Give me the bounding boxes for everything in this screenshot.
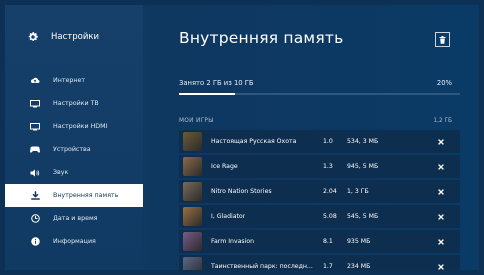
speaker-icon [29, 168, 41, 178]
sidebar-item-internet[interactable]: Интернет [5, 69, 143, 92]
games-list: Настоящая Русская Охота 1.0 534, 3 МБ Ic… [179, 130, 460, 270]
sidebar-item-label: Внутренняя память [53, 192, 119, 199]
sidebar-item-label: Настройки HDMI [53, 123, 108, 130]
page-title: Внутренняя память [179, 29, 344, 47]
game-thumbnail [183, 132, 202, 151]
sidebar-item-hdmi-settings[interactable]: Настройки HDMI [5, 115, 143, 138]
game-thumbnail [183, 207, 202, 226]
delete-all-button[interactable] [435, 32, 450, 47]
gamepad-icon [29, 145, 41, 155]
game-row[interactable]: Farm Invasion 8.1 935 МБ [179, 230, 460, 253]
close-icon [438, 163, 444, 170]
sidebar-title: Настройки [51, 32, 100, 42]
trash-icon [439, 35, 446, 44]
cloud-icon [29, 76, 41, 86]
section-title: МОИ ИГРЫ [179, 118, 214, 124]
tv-icon [29, 99, 41, 109]
clock-icon [29, 214, 41, 224]
game-size: 534, 3 МБ [347, 138, 379, 145]
close-icon [438, 263, 444, 270]
game-version: 1.0 [323, 138, 333, 145]
sidebar-item-date-time[interactable]: Дата и время [5, 207, 143, 230]
sidebar-item-label: Информация [53, 238, 96, 245]
sidebar-item-label: Устройства [53, 146, 91, 153]
game-version: 1.3 [323, 163, 333, 170]
main-panel: Внутренняя память Занято 2 ГБ из 10 ГБ 2… [143, 5, 479, 270]
sidebar-item-tv-settings[interactable]: Настройки ТВ [5, 92, 143, 115]
storage-usage-text: Занято 2 ГБ из 10 ГБ [179, 79, 254, 87]
sidebar-item-label: Настройки ТВ [53, 100, 99, 107]
game-version: 1.7 [323, 263, 333, 270]
game-size: 935 МБ [347, 238, 371, 245]
hdmi-icon [29, 122, 41, 132]
sidebar-item-devices[interactable]: Устройства [5, 138, 143, 161]
storage-usage-percent: 20% [436, 79, 452, 87]
close-icon [438, 213, 444, 220]
close-icon [438, 238, 444, 245]
game-name: I, Gladiator [211, 213, 246, 220]
close-icon [438, 188, 444, 195]
game-thumbnail [183, 182, 202, 201]
game-name: Nitro Nation Stories [211, 188, 272, 195]
game-version: 5.08 [323, 213, 337, 220]
game-size: 545, 5 МБ [347, 213, 379, 220]
game-version: 2.04 [323, 188, 337, 195]
delete-game-button[interactable] [437, 263, 445, 271]
sidebar: Настройки Интернет Настройки ТВ Настройк… [5, 5, 143, 270]
game-name: Farm Invasion [211, 238, 255, 245]
sidebar-item-internal-storage[interactable]: Внутренняя память [5, 184, 143, 207]
settings-screen: Настройки Интернет Настройки ТВ Настройк… [5, 5, 479, 270]
game-name: Таинственный парк: последн... [211, 263, 313, 270]
delete-game-button[interactable] [437, 138, 445, 146]
game-thumbnail [183, 232, 202, 251]
sidebar-menu: Интернет Настройки ТВ Настройки HDMI Уст… [5, 69, 143, 253]
sidebar-item-label: Звук [53, 169, 69, 176]
game-row[interactable]: Ice Rage 1.3 945, 5 МБ [179, 155, 460, 178]
sidebar-item-sound[interactable]: Звук [5, 161, 143, 184]
game-name: Ice Rage [211, 163, 238, 170]
section-size: 1,2 ГБ [433, 118, 452, 124]
delete-game-button[interactable] [437, 188, 445, 196]
storage-progress-bar [179, 93, 460, 95]
game-thumbnail [183, 257, 202, 270]
sidebar-item-info[interactable]: Информация [5, 230, 143, 253]
game-thumbnail [183, 157, 202, 176]
sidebar-item-label: Интернет [53, 77, 86, 84]
game-row[interactable]: Настоящая Русская Охота 1.0 534, 3 МБ [179, 130, 460, 153]
delete-game-button[interactable] [437, 238, 445, 246]
game-size: 945, 5 МБ [347, 163, 379, 170]
game-version: 8.1 [323, 238, 333, 245]
delete-game-button[interactable] [437, 163, 445, 171]
info-icon [29, 237, 41, 247]
game-row[interactable]: I, Gladiator 5.08 545, 5 МБ [179, 205, 460, 228]
sidebar-item-label: Дата и время [53, 215, 98, 222]
game-row[interactable]: Nitro Nation Stories 2.04 1, 3 ГБ [179, 180, 460, 203]
game-size: 1, 3 ГБ [347, 188, 369, 195]
download-icon [29, 191, 41, 201]
gear-icon [28, 32, 38, 42]
delete-game-button[interactable] [437, 213, 445, 221]
close-icon [438, 138, 444, 145]
game-size: 234 МБ [347, 263, 371, 270]
game-row[interactable]: Таинственный парк: последн... 1.7 234 МБ [179, 255, 460, 270]
game-name: Настоящая Русская Охота [211, 138, 297, 145]
storage-progress-fill [179, 93, 236, 95]
sidebar-header: Настройки [27, 31, 99, 43]
